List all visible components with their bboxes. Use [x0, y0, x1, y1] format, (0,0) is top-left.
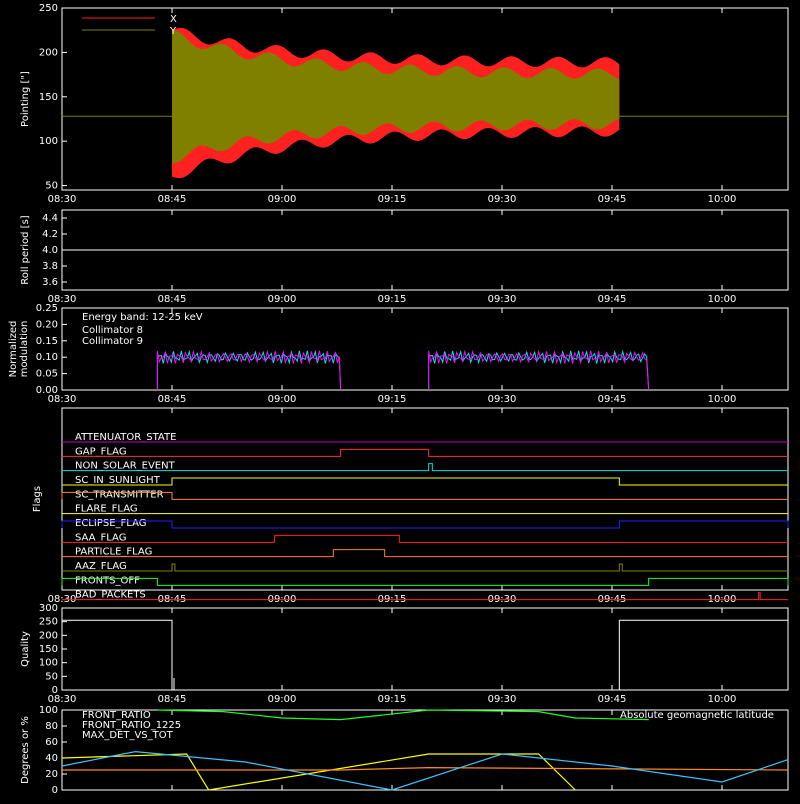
time-tick-label: 09:45: [598, 194, 627, 205]
flag-trace: [61, 520, 789, 529]
time-tick-label: 09:15: [378, 194, 407, 205]
y-tick-label: 4.2: [42, 229, 58, 240]
flag-trace: [62, 477, 788, 486]
time-tick-label: 10:00: [708, 394, 737, 405]
flag-trace: [62, 549, 788, 558]
flag-label: FRONTS_OFF: [75, 575, 140, 586]
legend-label: Y: [169, 26, 177, 37]
time-tick-label: 09:00: [268, 194, 297, 205]
y-tick-label: 100: [39, 705, 58, 716]
y-tick-label: 50: [45, 181, 58, 192]
y-tick-label: 100: [39, 658, 58, 669]
quality-series: [619, 619, 789, 690]
y-tick-label: 40: [45, 753, 58, 764]
flag-trace: [62, 534, 788, 543]
time-tick-label: 10:00: [708, 294, 737, 305]
energy-band-annotation: Energy band: 12-25 keV: [82, 312, 203, 323]
time-tick-label: 09:15: [378, 694, 407, 705]
flag-label: SAA_FLAG: [75, 532, 126, 543]
legend-label: Collimator 9: [82, 336, 143, 347]
time-tick-label: 09:00: [268, 394, 297, 405]
time-tick-label: 08:45: [158, 694, 187, 705]
flag-trace: [61, 491, 788, 500]
flag-label: AAZ_FLAG: [75, 561, 127, 572]
y-tick-label: 250: [39, 3, 58, 14]
quicklook-chart: 08:30 08:45 09:00 09:15 09:30 09:45 10:0008:30…: [8, 3, 789, 796]
modulation-series: [428, 349, 650, 391]
y-tick-label: 300: [39, 603, 58, 614]
time-tick-label: 10:00: [708, 694, 737, 705]
time-tick-label: 09:00: [268, 294, 297, 305]
time-tick-label: 10:00: [708, 194, 737, 205]
time-tick-label: 09:45: [598, 394, 627, 405]
legend-label: Collimator 8: [82, 325, 143, 336]
legend-label: Absolute geomagnetic latitude: [620, 710, 774, 721]
y-tick-label: 4.4: [42, 213, 58, 224]
flag-trace: [61, 577, 789, 586]
flag-label: NON_SOLAR_EVENT: [75, 461, 176, 472]
y-tick-label: 0.05: [36, 369, 58, 380]
y-tick-label: 0.20: [36, 319, 58, 330]
flag-label: ATTENUATOR_STATE: [75, 432, 176, 443]
y-tick-label: 0.15: [36, 336, 58, 347]
rates-series: [61, 750, 789, 791]
y-axis-label: Pointing ["]: [20, 71, 31, 127]
flag-trace: [62, 448, 788, 457]
y-axis-label: Normalized: [8, 321, 19, 378]
y-tick-label: 0.00: [36, 385, 58, 396]
flag-label: ECLIPSE_FLAG: [75, 518, 146, 529]
time-tick-label: 08:45: [158, 294, 187, 305]
time-tick-label: 08:45: [158, 394, 187, 405]
quality-series: [62, 619, 173, 690]
time-tick-label: 09:30: [488, 294, 517, 305]
y-tick-label: 3.8: [42, 261, 58, 272]
y-tick-label: 50: [45, 671, 58, 682]
y-tick-label: 100: [39, 136, 58, 147]
y-tick-label: 200: [39, 630, 58, 641]
time-tick-label: 09:00: [268, 694, 297, 705]
y-axis-label: Degrees or %: [20, 716, 31, 784]
flag-label: GAP_FLAG: [75, 446, 127, 457]
time-tick-label: 09:45: [598, 294, 627, 305]
y-tick-label: 150: [39, 644, 58, 655]
flag-trace: [62, 563, 788, 572]
y-tick-label: 4.0: [42, 245, 58, 256]
flag-label: PARTICLE_FLAG: [75, 547, 152, 558]
time-tick-label: 09:30: [488, 694, 517, 705]
flag-label: SC_TRANSMITTER: [75, 489, 164, 500]
y-axis-label: Roll period [s]: [20, 215, 31, 284]
y-tick-label: 3.6: [42, 277, 58, 288]
time-tick-label: 09:15: [378, 294, 407, 305]
y-tick-label: 250: [39, 617, 58, 628]
y-tick-label: 150: [39, 92, 58, 103]
flag-label: FLARE_FLAG: [75, 504, 138, 515]
y-tick-label: 0: [52, 785, 58, 796]
rates-series: [61, 753, 576, 791]
time-tick-label: 08:45: [158, 194, 187, 205]
time-tick-label: 09:45: [598, 694, 627, 705]
y-tick-label: 20: [45, 769, 58, 780]
time-tick-label: 08:30: [48, 194, 77, 205]
legend-label: MAX_DET_VS_TOT: [82, 730, 174, 741]
rates-series: [62, 766, 789, 771]
y-tick-label: 200: [39, 47, 58, 58]
y-tick-label: 0.25: [36, 303, 58, 314]
y-axis-label: Quality: [20, 631, 31, 667]
flag-label: BAD_PACKETS: [75, 590, 146, 601]
legend-label: X: [170, 14, 177, 25]
rates-series: [157, 709, 649, 721]
time-tick-label: 09:30: [488, 194, 517, 205]
y-axis-label: Flags: [32, 486, 43, 512]
time-tick-label: 09:30: [488, 394, 517, 405]
time-tick-label: 09:15: [378, 394, 407, 405]
y-tick-label: 60: [45, 737, 58, 748]
flag-label: SC_IN_SUNLIGHT: [75, 475, 161, 486]
y-tick-label: 80: [45, 721, 58, 732]
y-axis-label: modulation: [19, 321, 30, 378]
y-tick-label: 0.10: [36, 352, 58, 363]
y-tick-label: 0: [52, 685, 58, 696]
